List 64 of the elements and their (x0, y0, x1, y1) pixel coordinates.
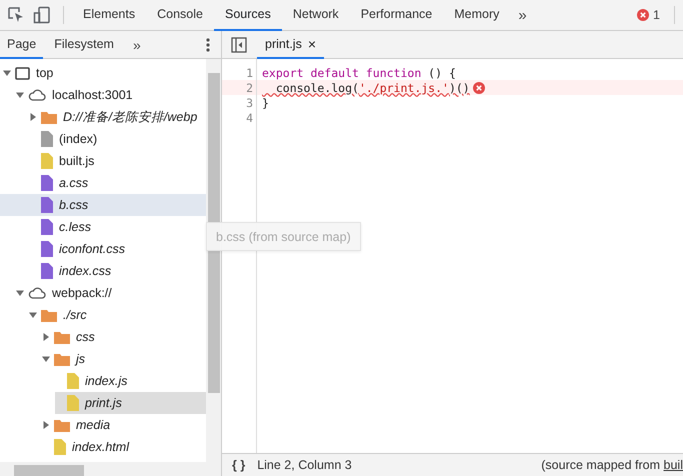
tree-item[interactable]: top (3, 62, 206, 84)
tree-item[interactable]: css (42, 326, 206, 348)
source-link[interactable]: buil (664, 458, 683, 472)
tree-item[interactable]: D://准备/老陈安排/webp (29, 106, 206, 128)
tree-item[interactable]: (index) (29, 128, 206, 150)
line-number: 1 (245, 66, 253, 80)
error-count[interactable]: 1 (653, 8, 660, 22)
tooltip: b.css (from source map) (206, 222, 361, 251)
navigator-tab[interactable]: Page (0, 30, 44, 58)
line-number: 2 (245, 80, 253, 94)
folder-icon (54, 418, 70, 432)
tree-item[interactable]: media (42, 414, 206, 436)
tree-item[interactable]: print.js (55, 392, 206, 414)
expanded-arrow-icon[interactable] (42, 355, 50, 363)
source-map-text: (source mapped from (541, 458, 662, 472)
line-number: 3 (245, 96, 253, 110)
tree-item[interactable]: js (42, 348, 206, 370)
frame-icon (15, 66, 30, 80)
more-tabs-button[interactable]: » (124, 36, 149, 52)
folder-icon (54, 352, 70, 366)
expanded-arrow-icon[interactable] (16, 289, 24, 297)
cloud-icon (28, 287, 46, 299)
folder-icon (54, 330, 70, 344)
cursor-position: Line 2, Column 3 (257, 458, 352, 472)
folder-icon (41, 308, 57, 322)
code-line: export default function () { (262, 66, 456, 80)
collapsed-arrow-icon[interactable] (42, 421, 50, 429)
tree-item[interactable]: ./src (29, 304, 206, 326)
expanded-arrow-icon[interactable] (29, 311, 37, 319)
panel-tab[interactable]: Performance (350, 0, 444, 30)
tree-item[interactable]: a.css (29, 172, 206, 194)
code-line: console.log('./print.js.')() (274, 80, 470, 94)
expanded-arrow-icon[interactable] (16, 91, 24, 99)
device-icon[interactable] (33, 6, 51, 24)
file-tab[interactable]: print.js × (257, 30, 324, 58)
cloud-icon (28, 89, 46, 101)
expanded-arrow-icon[interactable] (3, 69, 11, 77)
collapsed-arrow-icon[interactable] (42, 333, 50, 341)
tree-item[interactable]: index.css (29, 260, 206, 282)
sidebar-toggle-icon[interactable] (231, 36, 247, 52)
tree-item[interactable]: index.js (55, 370, 206, 392)
code-line: } (262, 96, 269, 110)
inspect-icon[interactable] (7, 6, 25, 24)
error-icon (637, 9, 650, 21)
tree-item[interactable]: built.js (29, 150, 206, 172)
tree-item[interactable]: index.html (42, 436, 206, 458)
panel-tab[interactable]: Console (146, 0, 214, 30)
scrollbar[interactable] (0, 462, 221, 476)
panel-tab[interactable]: Elements (72, 0, 146, 30)
more-tabs-button[interactable]: » (510, 6, 535, 24)
navigator-tab[interactable]: Filesystem (47, 30, 121, 58)
folder-icon (41, 110, 57, 124)
collapsed-arrow-icon[interactable] (29, 113, 37, 121)
kebab-menu-icon[interactable] (206, 38, 210, 52)
close-button[interactable]: × (308, 36, 316, 52)
tree-item[interactable]: localhost:3001 (16, 84, 206, 106)
tree-item[interactable]: c.less (29, 216, 206, 238)
panel-tab[interactable]: Network (282, 0, 350, 30)
line-number: 4 (245, 110, 253, 124)
error-icon (472, 82, 485, 94)
pretty-print-button[interactable]: { } (232, 458, 246, 472)
panel-tab[interactable]: Memory (443, 0, 510, 30)
tree-item[interactable]: iconfont.css (29, 238, 206, 260)
tree-item[interactable]: webpack:// (16, 282, 206, 304)
